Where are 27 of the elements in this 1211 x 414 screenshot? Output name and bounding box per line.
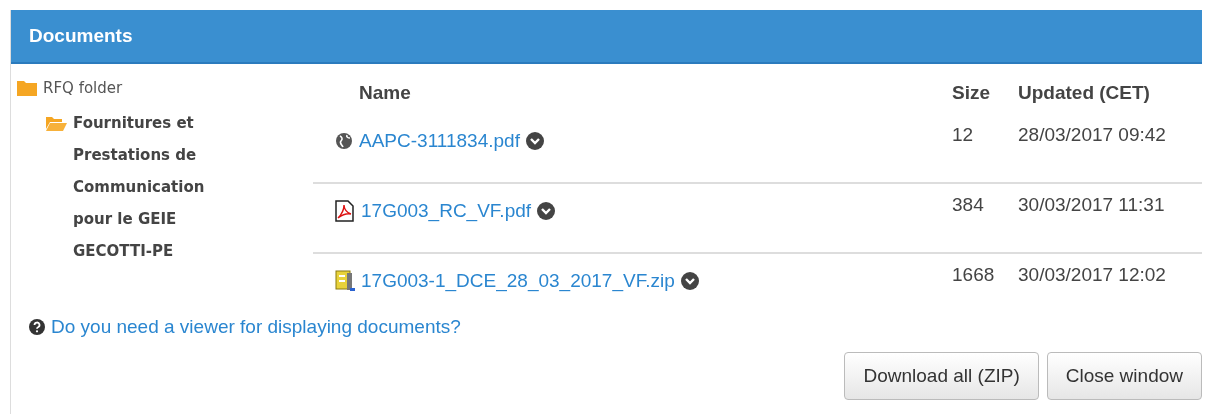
file-size: 384 <box>952 194 984 215</box>
globe-icon <box>335 132 353 150</box>
action-button[interactable]: Close window <box>1046 352 1202 400</box>
open-folder-icon <box>45 115 67 131</box>
folder-icon <box>17 80 37 96</box>
file-size: 1668 <box>952 264 995 285</box>
updated-date: 30/03/2017 12:02 <box>1018 264 1166 285</box>
updated-date: 30/03/2017 11:31 <box>1018 194 1165 215</box>
dropdown-icon[interactable] <box>525 132 544 150</box>
file-link[interactable]: AAPC-3111834.pdf <box>359 130 520 152</box>
column-header: Name <box>313 64 952 114</box>
viewer-help-link[interactable]: Do you need a viewer for displaying documents? <box>51 316 461 338</box>
dropdown-icon[interactable] <box>537 202 556 220</box>
folder-label[interactable]: RFQ folder <box>43 72 123 104</box>
file-size: 12 <box>952 124 974 145</box>
dropdown-icon[interactable] <box>680 272 699 290</box>
column-header: Updated (CET) <box>1018 81 1151 105</box>
action-button[interactable]: Download all (ZIP) <box>844 352 1039 400</box>
updated-date: 28/03/2017 09:42 <box>1018 124 1166 145</box>
column-header: Size <box>952 81 992 105</box>
file-link[interactable]: 17G003-1_DCE_28_03_2017_VF.zip <box>361 270 675 292</box>
folder-label[interactable]: Fournitures et Prestations de Communication pour le GEIE GECOTTI-PE <box>73 107 245 267</box>
help-icon <box>29 319 45 335</box>
pdf-file-icon <box>335 200 355 222</box>
archive-icon <box>335 270 355 292</box>
panel-title: Documents <box>29 25 133 47</box>
file-link[interactable]: 17G003_RC_VF.pdf <box>361 200 532 222</box>
